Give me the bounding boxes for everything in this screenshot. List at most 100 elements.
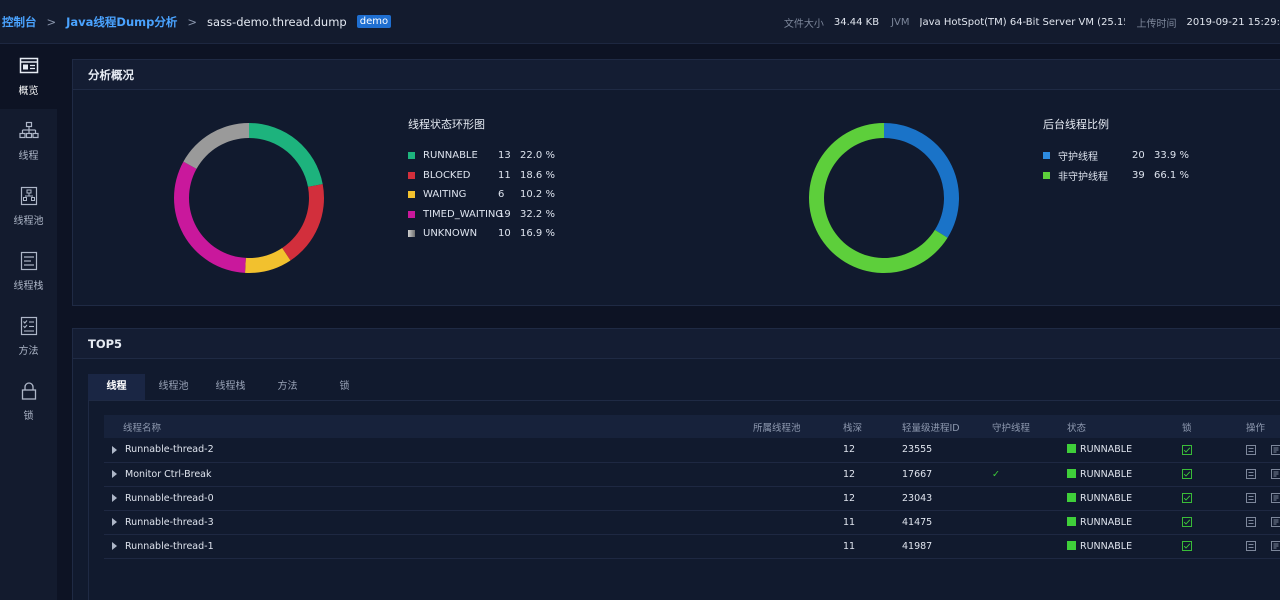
view-stack-icon[interactable] — [1246, 444, 1256, 455]
tab-method[interactable]: 方法 — [259, 374, 316, 400]
legend-swatch — [408, 152, 415, 160]
lwp-id-cell: 17667 — [902, 468, 933, 480]
sidebar-item-thread-pool[interactable]: 线程池 — [0, 174, 57, 239]
stack-depth-cell: 11 — [843, 516, 856, 528]
legend-item-unknown[interactable]: UNKNOWN 10 16.9 % — [408, 224, 560, 244]
lwp-id-cell: 23555 — [902, 444, 933, 456]
thread-state-legend: 线程状态环形图 RUNNABLE 13 22.0 % BLOCKED 11 18… — [408, 116, 560, 244]
sidebar-nav: 概览 线程 线程池 线程栈 方法 锁 — [0, 44, 57, 600]
top-header: 控制台 > Java线程Dump分析 > sass-demo.thread.du… — [0, 0, 1280, 44]
sidebar-item-overview[interactable]: 概览 — [0, 44, 57, 109]
view-detail-icon[interactable] — [1271, 493, 1280, 503]
donut-slice-blocked[interactable] — [282, 184, 324, 261]
thread-pool-icon — [20, 186, 37, 206]
legend-count: 39 — [1132, 169, 1145, 181]
upload-time-value: 2019-09-21 15:29: — [1186, 16, 1280, 28]
column-header-daemon[interactable]: 守护线程 — [992, 415, 1067, 438]
donut-slice-timed-waiting[interactable] — [174, 161, 246, 273]
legend-swatch — [408, 210, 415, 218]
column-header-state[interactable]: 状态 — [1067, 415, 1182, 438]
tab-lock[interactable]: 锁 — [316, 374, 373, 400]
sidebar-item-lock[interactable]: 锁 — [0, 369, 57, 434]
legend-item-waiting[interactable]: WAITING 6 10.2 % — [408, 185, 560, 205]
lock-detail-icon[interactable] — [1182, 444, 1192, 455]
top5-table-container: 线程名称 所属线程池 栈深 轻量级进程ID 守护线程 状态 锁 操作 Runna… — [88, 401, 1280, 600]
view-detail-icon[interactable] — [1271, 444, 1280, 455]
legend-percent: 16.9 % — [520, 228, 555, 240]
tab-thread-pool[interactable]: 线程池 — [145, 374, 202, 400]
view-stack-icon[interactable] — [1246, 517, 1256, 527]
view-detail-icon[interactable] — [1271, 517, 1280, 527]
expand-caret-icon[interactable] — [112, 445, 117, 454]
column-header-name[interactable]: 线程名称 — [104, 415, 753, 438]
overview-panel: 分析概况 线程状态环形图 RUNNABLE 13 22.0 % BLOCKED … — [72, 59, 1280, 306]
view-detail-icon[interactable] — [1271, 469, 1280, 479]
donut-slice-waiting[interactable] — [245, 247, 291, 273]
view-stack-icon[interactable] — [1246, 541, 1256, 551]
column-header-lwp[interactable]: 轻量级进程ID — [902, 415, 992, 438]
expand-caret-icon[interactable] — [112, 518, 117, 526]
jvm-value: Java HotSpot(TM) 64-Bit Server VM (25.15… — [919, 16, 1125, 28]
state-indicator-icon — [1067, 492, 1076, 502]
table-row[interactable]: Runnable-thread-1 11 41987 RUNNABLE — [104, 534, 1280, 558]
state-indicator-icon — [1067, 540, 1076, 550]
view-stack-icon[interactable] — [1246, 469, 1256, 479]
lock-icon — [21, 382, 36, 400]
tab-threads[interactable]: 线程 — [88, 374, 145, 400]
donut-slice-runnable[interactable] — [249, 123, 323, 187]
legend-item-runnable[interactable]: RUNNABLE 13 22.0 % — [408, 146, 560, 166]
legend-item-non-daemon[interactable]: 非守护线程 39 66.1 % — [1043, 166, 1194, 186]
thread-pool-cell — [753, 486, 843, 510]
thread-name: Runnable-thread-3 — [125, 516, 214, 528]
legend-name: TIMED_WAITING — [423, 208, 504, 220]
breadcrumb-separator: > — [46, 14, 57, 29]
lock-detail-icon[interactable] — [1182, 469, 1192, 479]
sidebar-item-thread-stack[interactable]: 线程栈 — [0, 239, 57, 304]
legend-item-timed-waiting[interactable]: TIMED_WAITING 19 32.2 % — [408, 205, 560, 225]
tab-thread-stack[interactable]: 线程栈 — [202, 374, 259, 400]
legend-swatch — [1043, 152, 1050, 160]
table-row[interactable]: Runnable-thread-3 11 41475 RUNNABLE — [104, 510, 1280, 534]
lock-detail-icon[interactable] — [1182, 517, 1192, 527]
legend-name: 守护线程 — [1058, 152, 1098, 164]
column-header-depth[interactable]: 栈深 — [843, 415, 902, 438]
legend-count: 19 — [498, 208, 511, 220]
sidebar-item-threads[interactable]: 线程 — [0, 109, 57, 174]
top5-title: TOP5 — [73, 329, 1280, 359]
expand-caret-icon[interactable] — [112, 494, 117, 502]
lock-detail-icon[interactable] — [1182, 541, 1192, 551]
breadcrumb-console-link[interactable]: 控制台 — [2, 14, 37, 30]
legend-item-daemon[interactable]: 守护线程 20 33.9 % — [1043, 146, 1194, 166]
lock-detail-icon[interactable] — [1182, 493, 1192, 503]
view-stack-icon[interactable] — [1246, 493, 1256, 503]
legend-percent: 10.2 % — [520, 189, 555, 201]
expand-caret-icon[interactable] — [112, 542, 117, 550]
legend-item-blocked[interactable]: BLOCKED 11 18.6 % — [408, 166, 560, 186]
table-row[interactable]: Runnable-thread-2 12 23555 RUNNABLE — [104, 438, 1280, 462]
legend-name: WAITING — [423, 189, 467, 201]
sidebar-item-label: 线程池 — [13, 216, 44, 227]
table-row[interactable]: Monitor Ctrl-Break 12 17667 ✓ RUNNABLE — [104, 462, 1280, 486]
thread-stack-icon — [20, 251, 37, 271]
sidebar-item-label: 线程栈 — [13, 281, 44, 292]
donut-slice-[interactable] — [884, 123, 959, 238]
column-header-pool[interactable]: 所属线程池 — [753, 415, 843, 438]
expand-caret-icon[interactable] — [112, 470, 117, 478]
sidebar-item-method[interactable]: 方法 — [0, 304, 57, 369]
daemon-ratio-donut — [809, 123, 959, 273]
legend-name: UNKNOWN — [423, 228, 478, 240]
daemon-check-icon: ✓ — [992, 468, 1000, 480]
breadcrumb-thread-dump-link[interactable]: Java线程Dump分析 — [66, 14, 177, 30]
sidebar-item-label: 方法 — [18, 346, 39, 357]
breadcrumb-separator: > — [187, 14, 198, 29]
breadcrumb-current-file: sass-demo.thread.dump — [207, 14, 347, 29]
file-meta: 文件大小 34.44 KB JVM Java HotSpot(TM) 64-Bi… — [784, 0, 1280, 44]
thread-state-donut — [174, 123, 324, 273]
state-indicator-icon — [1067, 444, 1076, 454]
column-header-lock[interactable]: 锁 — [1182, 415, 1246, 438]
donut-slice-unknown[interactable] — [183, 123, 249, 169]
table-row[interactable]: Runnable-thread-0 12 23043 RUNNABLE — [104, 486, 1280, 510]
view-detail-icon[interactable] — [1271, 541, 1280, 551]
state-value: RUNNABLE — [1080, 540, 1133, 552]
thread-name: Runnable-thread-1 — [125, 540, 214, 552]
